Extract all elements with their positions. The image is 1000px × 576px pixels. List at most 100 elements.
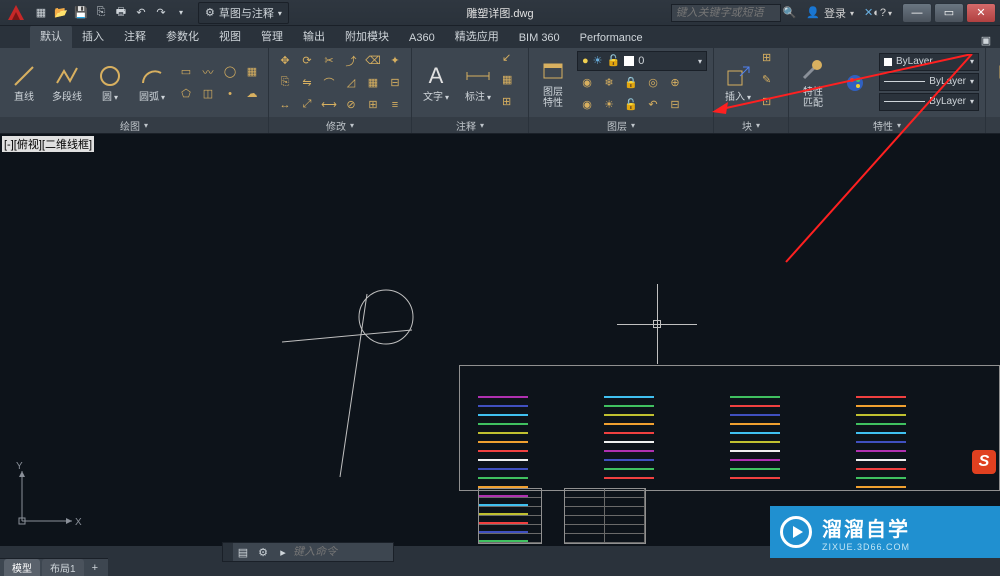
save-icon[interactable]: 💾 <box>72 4 90 22</box>
layer-prev-icon[interactable]: ↶ <box>643 95 663 115</box>
color-dropdown[interactable]: ByLayer <box>879 53 979 71</box>
tab-默认[interactable]: 默认 <box>30 25 72 48</box>
break-icon[interactable]: ⊘ <box>341 95 361 115</box>
panel-block-title[interactable]: 块 <box>714 117 788 133</box>
tab-参数化[interactable]: 参数化 <box>156 25 209 48</box>
tab-精选应用[interactable]: 精选应用 <box>445 25 509 48</box>
viewport-label[interactable]: [-][俯视][二维线框] <box>2 136 94 152</box>
signin-button[interactable]: 👤 登录 <box>806 5 854 21</box>
layer-unlock-icon[interactable]: 🔓 <box>621 95 641 115</box>
panel-modify-title[interactable]: 修改 <box>269 117 411 133</box>
ellipse-icon[interactable]: ◯ <box>220 62 240 82</box>
layer-freeze-icon[interactable]: ❄ <box>599 73 619 93</box>
plot-icon[interactable]: 🖶 <box>112 4 130 22</box>
align-icon[interactable]: ≡ <box>385 95 405 115</box>
polyline-button[interactable]: 多段线 <box>48 60 86 105</box>
command-line[interactable]: ▤ ⚙ ▸ <box>222 542 394 562</box>
app-logo[interactable] <box>4 1 28 25</box>
command-input[interactable] <box>293 546 393 558</box>
hatch-icon[interactable]: ▦ <box>242 62 262 82</box>
stretch-icon[interactable]: ↔ <box>275 95 295 115</box>
match-properties-button[interactable]: 特性 匹配 <box>795 55 831 111</box>
layer-off-icon[interactable]: ◉ <box>577 73 597 93</box>
add-layout-button[interactable]: + <box>86 561 104 575</box>
rect-icon[interactable]: ▭ <box>176 62 196 82</box>
layer-properties-button[interactable]: 图层 特性 <box>535 55 571 111</box>
region-icon[interactable]: ◫ <box>198 84 218 104</box>
saveas-icon[interactable]: ⎘ <box>92 4 110 22</box>
lengthen-icon[interactable]: ⟷ <box>319 95 339 115</box>
minimize-button[interactable]: — <box>902 3 932 23</box>
undo-icon[interactable]: ↶ <box>132 4 150 22</box>
layer-dropdown[interactable]: ● ☀ 🔓 0 <box>577 51 707 71</box>
offset-icon[interactable]: ⊟ <box>385 73 405 93</box>
tab-model[interactable]: 模型 <box>4 559 40 576</box>
tab-Performance[interactable]: Performance <box>570 29 653 48</box>
tab-注释[interactable]: 注释 <box>114 25 156 48</box>
palette-button[interactable] <box>837 67 873 99</box>
attr-icon[interactable]: ⊡ <box>762 95 782 115</box>
tab-BIM 360[interactable]: BIM 360 <box>509 29 570 48</box>
redo-icon[interactable]: ↷ <box>152 4 170 22</box>
move-icon[interactable]: ✥ <box>275 51 295 71</box>
tab-插入[interactable]: 插入 <box>72 25 114 48</box>
revcloud-icon[interactable]: ☁ <box>242 84 262 104</box>
command-config-icon[interactable]: ⚙ <box>253 546 273 559</box>
chamfer-icon[interactable]: ◿ <box>341 73 361 93</box>
leader-icon[interactable]: ↙ <box>502 51 522 71</box>
drawing-viewport[interactable]: [-][俯视][二维线框] S X Y <box>0 134 1000 546</box>
tab-A360[interactable]: A360 <box>399 29 445 48</box>
maximize-button[interactable]: ▭ <box>934 3 964 23</box>
panel-draw-title[interactable]: 绘图 <box>0 117 268 133</box>
search-icon[interactable]: 🔍 <box>783 6 797 19</box>
tab-输出[interactable]: 输出 <box>293 25 335 48</box>
ribbon-collapse-icon[interactable]: ▣ <box>978 32 994 48</box>
point-icon[interactable]: • <box>220 84 240 104</box>
spline-icon[interactable]: 〰 <box>198 62 218 82</box>
extend-icon[interactable]: ⤴ <box>341 51 361 71</box>
drag-handle-icon[interactable] <box>223 543 233 561</box>
linetype-dropdown[interactable]: ByLayer <box>879 93 979 111</box>
layer-state-icon[interactable]: ⊟ <box>665 95 685 115</box>
explode-icon[interactable]: ✦ <box>385 51 405 71</box>
mirror-icon[interactable]: ⇋ <box>297 73 317 93</box>
panel-annot-title[interactable]: 注释 <box>412 117 528 133</box>
join-icon[interactable]: ⊞ <box>363 95 383 115</box>
array-icon[interactable]: ▦ <box>363 73 383 93</box>
group-button[interactable]: 组 <box>992 60 1000 105</box>
layer-lock-icon[interactable]: 🔒 <box>621 73 641 93</box>
search-input[interactable] <box>671 4 781 22</box>
new-icon[interactable]: ▦ <box>32 4 50 22</box>
rotate-icon[interactable]: ⟳ <box>297 51 317 71</box>
insert-button[interactable]: 插入 <box>720 60 756 105</box>
tab-附加模块[interactable]: 附加模块 <box>335 25 399 48</box>
layer-on-icon[interactable]: ◉ <box>577 95 597 115</box>
trim-icon[interactable]: ✂ <box>319 51 339 71</box>
edit-block-icon[interactable]: ✎ <box>762 73 782 93</box>
a360-icon[interactable]: ◐ <box>873 7 880 19</box>
line-button[interactable]: 直线 <box>6 60 42 105</box>
lineweight-dropdown[interactable]: ByLayer <box>879 73 979 91</box>
layer-thaw-icon[interactable]: ☀ <box>599 95 619 115</box>
layer-iso-icon[interactable]: ◎ <box>643 73 663 93</box>
scale-icon[interactable]: ⤢ <box>297 95 317 115</box>
circle-button[interactable]: 圆 <box>92 60 128 105</box>
dimension-button[interactable]: 标注 <box>460 60 496 105</box>
tab-管理[interactable]: 管理 <box>251 25 293 48</box>
layer-match-icon[interactable]: ⊕ <box>665 73 685 93</box>
tab-layout1[interactable]: 布局1 <box>42 559 84 576</box>
table-icon[interactable]: ▦ <box>502 73 522 93</box>
help-icon[interactable]: ? <box>880 7 892 19</box>
open-icon[interactable]: 📂 <box>52 4 70 22</box>
close-button[interactable]: ✕ <box>966 3 996 23</box>
fillet-icon[interactable]: ⌒ <box>319 73 339 93</box>
panel-layer-title[interactable]: 图层 <box>529 117 713 133</box>
exchange-icon[interactable]: ✕ <box>864 6 873 19</box>
command-history-icon[interactable]: ▤ <box>233 546 253 559</box>
erase-icon[interactable]: ⌫ <box>363 51 383 71</box>
copy-icon[interactable]: ⎘ <box>275 73 295 93</box>
arc-button[interactable]: 圆弧 <box>134 60 170 105</box>
qat-more-icon[interactable] <box>172 4 190 22</box>
create-block-icon[interactable]: ⊞ <box>762 51 782 71</box>
panel-prop-title[interactable]: 特性 <box>789 117 985 133</box>
